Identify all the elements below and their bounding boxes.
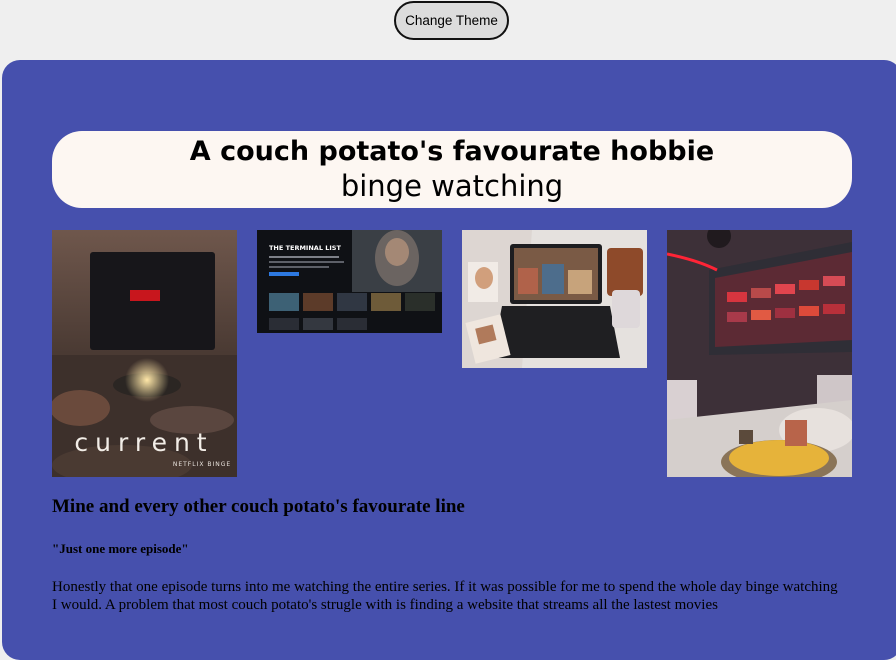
- title-line-1: A couch potato's favourate hobbie: [189, 136, 715, 167]
- show-title: THE TERMINAL LIST: [269, 244, 341, 252]
- photo-projector-room: [667, 230, 852, 477]
- quote-text: "Just one more episode": [52, 541, 189, 556]
- change-theme-button[interactable]: Change Theme: [394, 1, 509, 40]
- body-paragraph: Honestly that one episode turns into me …: [52, 579, 838, 613]
- photo-terminal-list: THE TERMINAL LIST: [257, 230, 442, 333]
- title-line-2: binge watching: [340, 169, 564, 203]
- current-caption: current: [74, 428, 213, 457]
- netflix-binge-caption: NETFLIX BINGE: [173, 461, 231, 468]
- subheading: Mine and every other couch potato's favo…: [52, 496, 465, 517]
- page-title: A couch potato's favourate hobbie binge …: [52, 131, 852, 208]
- photo-netflix-tv: current NETFLIX BINGE: [52, 230, 237, 477]
- photo-laptop-bed: [462, 230, 647, 368]
